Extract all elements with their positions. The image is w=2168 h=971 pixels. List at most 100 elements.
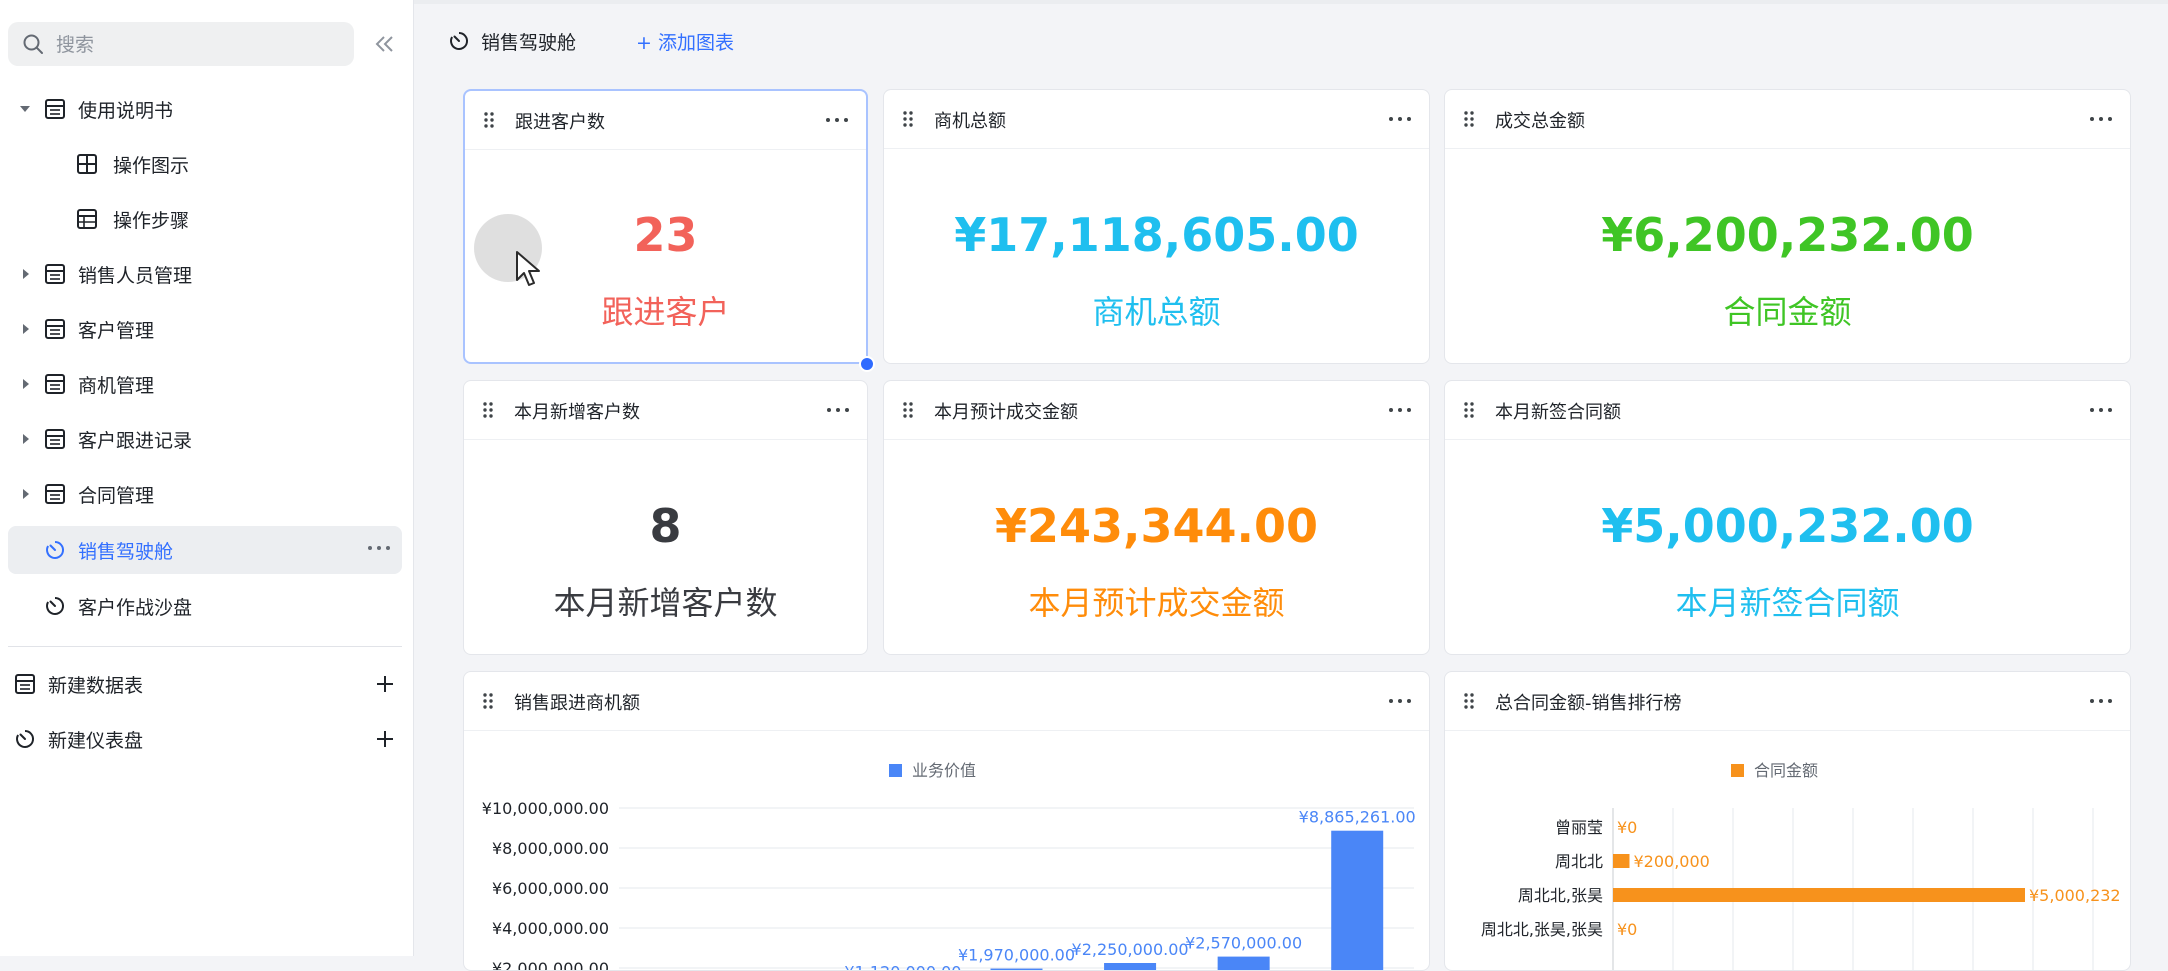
y-tick-label: ¥2,000,000.00 bbox=[492, 959, 609, 971]
card-header: 本月预计成交金额 bbox=[884, 381, 1429, 440]
bar-data-label: ¥0 bbox=[1617, 920, 1637, 939]
sidebar-item-label: 合同管理 bbox=[78, 484, 155, 507]
resize-handle[interactable] bbox=[859, 356, 875, 372]
more-icon[interactable] bbox=[2088, 110, 2114, 128]
grid-icon bbox=[77, 154, 97, 174]
legend-label: 业务价值 bbox=[912, 761, 976, 780]
sidebar-item-sales-cockpit[interactable]: 销售驾驶舱 bbox=[8, 526, 402, 574]
drag-handle-icon[interactable] bbox=[902, 401, 914, 419]
card-header: 本月新签合同额 bbox=[1445, 381, 2130, 440]
card-title: 本月新增客户数 bbox=[514, 402, 640, 423]
category-label: 周北北,张昊 bbox=[1518, 886, 1603, 905]
card-header: 销售跟进商机额 bbox=[464, 672, 1429, 731]
table-icon bbox=[45, 264, 65, 284]
bar bbox=[1217, 956, 1270, 970]
drag-handle-icon[interactable] bbox=[902, 110, 914, 128]
card-title: 成交总金额 bbox=[1495, 111, 1585, 132]
caret-right-icon[interactable] bbox=[19, 322, 33, 336]
caret-right-icon[interactable] bbox=[19, 432, 33, 446]
new-dashboard-label: 新建仪表盘 bbox=[48, 729, 144, 752]
sidebar-item-label: 商机管理 bbox=[78, 374, 155, 397]
bar bbox=[1331, 830, 1384, 970]
plus-icon[interactable] bbox=[374, 673, 396, 695]
caret-right-icon[interactable] bbox=[19, 487, 33, 501]
card-header: 成交总金额 bbox=[1445, 90, 2130, 149]
y-tick-label: ¥8,000,000.00 bbox=[492, 839, 609, 858]
caret-right-icon[interactable] bbox=[19, 377, 33, 391]
drag-handle-icon[interactable] bbox=[482, 401, 494, 419]
metric-value: ¥243,344.00 bbox=[994, 499, 1318, 553]
table-icon bbox=[77, 209, 97, 229]
card-header: 跟进客户数 bbox=[465, 91, 866, 150]
y-tick-label: ¥4,000,000.00 bbox=[492, 919, 609, 938]
bar bbox=[1613, 888, 2025, 902]
sidebar-item-op-diagram[interactable]: 操作图示 bbox=[8, 141, 402, 187]
caret-right-icon[interactable] bbox=[19, 267, 33, 281]
metric-label: 合同金额 bbox=[1723, 293, 1852, 331]
more-icon[interactable] bbox=[825, 401, 851, 419]
card-header: 商机总额 bbox=[884, 90, 1429, 149]
bar bbox=[1104, 963, 1157, 970]
sidebar-item-sales-staff[interactable]: 销售人员管理 bbox=[8, 251, 402, 297]
sidebar-item-sandbox[interactable]: 客户作战沙盘 bbox=[8, 583, 402, 629]
table-icon bbox=[45, 429, 65, 449]
bar bbox=[1613, 854, 1630, 868]
bar-data-label: ¥1,970,000.00 bbox=[958, 946, 1075, 965]
card-title: 商机总额 bbox=[934, 111, 1006, 132]
sidebar-item-customers[interactable]: 客户管理 bbox=[8, 306, 402, 352]
sidebar-item-followups[interactable]: 客户跟进记录 bbox=[8, 416, 402, 462]
drag-handle-icon[interactable] bbox=[482, 692, 494, 710]
metric-label: 跟进客户 bbox=[601, 293, 730, 331]
more-icon[interactable] bbox=[1387, 692, 1413, 710]
sidebar-item-label: 操作图示 bbox=[113, 154, 190, 177]
table-icon bbox=[45, 484, 65, 504]
bar-data-label: ¥5,000,232 bbox=[2029, 886, 2121, 905]
dashboard-icon bbox=[450, 31, 468, 50]
collapse-sidebar-icon[interactable] bbox=[372, 32, 396, 56]
metric-value: ¥17,118,605.00 bbox=[954, 208, 1359, 262]
caret-down-icon[interactable] bbox=[18, 102, 32, 116]
legend-label: 合同金额 bbox=[1754, 761, 1818, 780]
bar-data-label: ¥200,000 bbox=[1633, 852, 1709, 871]
metric-label: 本月新增客户数 bbox=[553, 584, 778, 622]
drag-handle-icon[interactable] bbox=[1463, 401, 1475, 419]
more-icon[interactable] bbox=[366, 538, 392, 558]
table-icon bbox=[15, 674, 35, 694]
metric-label: 本月预计成交金额 bbox=[1028, 584, 1285, 622]
search-input[interactable] bbox=[54, 22, 338, 68]
drag-handle-icon[interactable] bbox=[1463, 692, 1475, 710]
bar-data-label: ¥2,250,000.00 bbox=[1072, 940, 1189, 959]
table-icon bbox=[45, 99, 65, 119]
chart-card-contract-ranking[interactable]: 总合同金额-销售排行榜 合同金额 曾丽莹 ¥0 周北北 ¥200,000 周北北,张昊 ¥5… bbox=[1444, 671, 2131, 971]
more-icon[interactable] bbox=[1387, 110, 1413, 128]
sidebar-item-label: 客户管理 bbox=[78, 319, 155, 342]
plus-icon[interactable] bbox=[374, 728, 396, 750]
more-icon[interactable] bbox=[2088, 401, 2114, 419]
sidebar-item-contracts[interactable]: 合同管理 bbox=[8, 471, 402, 517]
metric-card-opportunity-total[interactable]: 商机总额 ¥17,118,605.00 商机总额 bbox=[883, 89, 1430, 364]
add-chart-button[interactable]: + 添加图表 bbox=[636, 28, 734, 55]
category-label: 周北北 bbox=[1555, 852, 1603, 871]
bar-data-label: ¥2,570,000.00 bbox=[1185, 934, 1302, 953]
sidebar-item-user-manual[interactable]: 使用说明书 bbox=[8, 86, 402, 132]
drag-handle-icon[interactable] bbox=[483, 111, 495, 129]
metric-card-new-customers-month[interactable]: 本月新增客户数 8 本月新增客户数 bbox=[463, 380, 868, 655]
metric-card-expected-deal-month[interactable]: 本月预计成交金额 ¥243,344.00 本月预计成交金额 bbox=[883, 380, 1430, 655]
metric-card-deal-total[interactable]: 成交总金额 ¥6,200,232.00 合同金额 bbox=[1444, 89, 2131, 364]
mouse-cursor-icon bbox=[516, 251, 540, 286]
new-dashboard-button[interactable]: 新建仪表盘 bbox=[8, 716, 402, 762]
chart-card-sales-opportunity[interactable]: 销售跟进商机额 业务价值 ¥10,000,000.00 ¥8,000,000.00 ¥… bbox=[463, 671, 1430, 971]
drag-handle-icon[interactable] bbox=[1463, 110, 1475, 128]
sidebar-item-opportunities[interactable]: 商机管理 bbox=[8, 361, 402, 407]
search-box[interactable] bbox=[8, 22, 354, 68]
card-header: 总合同金额-销售排行榜 bbox=[1445, 672, 2130, 731]
sidebar-item-op-steps[interactable]: 操作步骤 bbox=[8, 196, 402, 242]
more-icon[interactable] bbox=[824, 111, 850, 129]
more-icon[interactable] bbox=[1387, 401, 1413, 419]
legend-swatch bbox=[1731, 764, 1744, 777]
new-table-button[interactable]: 新建数据表 bbox=[8, 661, 402, 707]
metric-card-new-contracts-month[interactable]: 本月新签合同额 ¥5,000,232.00 本月新签合同额 bbox=[1444, 380, 2131, 655]
sidebar-divider bbox=[8, 646, 402, 647]
metric-value: ¥6,200,232.00 bbox=[1601, 208, 1974, 262]
more-icon[interactable] bbox=[2088, 692, 2114, 710]
